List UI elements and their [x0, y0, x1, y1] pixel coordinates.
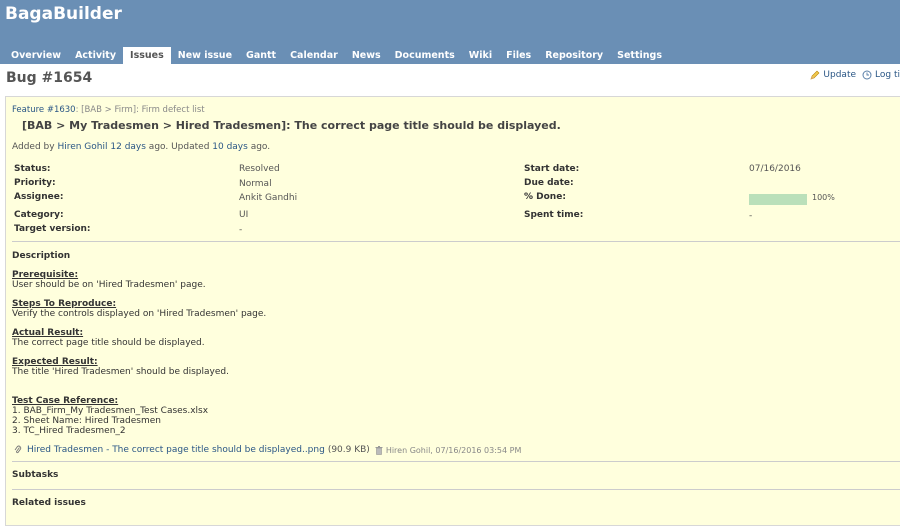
updated-ago-link[interactable]: 10 days [212, 142, 248, 152]
prerequisite-text: User should be on 'Hired Tradesmen' page… [12, 280, 206, 290]
tab-new-issue[interactable]: New issue [171, 47, 239, 64]
divider [12, 489, 900, 490]
main-menu: Overview Activity Issues New issue Gantt… [4, 47, 669, 64]
progress-fill [749, 194, 807, 205]
actual-result-section: Actual Result: The correct page title sh… [12, 328, 205, 348]
tab-documents[interactable]: Documents [388, 47, 462, 64]
priority-value: Normal [239, 179, 272, 189]
done-ratio-label: % Done: [524, 192, 566, 202]
update-label: Update [823, 70, 857, 80]
added-by-text: Added by [12, 142, 58, 152]
author-line: Added by Hiren Gohil 12 days ago. Update… [12, 142, 270, 152]
issue-subject: [BAB > My Tradesmen > Hired Tradesmen]: … [22, 119, 561, 132]
tab-overview[interactable]: Overview [4, 47, 68, 64]
related-issues-heading: Related issues [12, 498, 86, 508]
category-label: Category: [14, 210, 64, 220]
steps-title: Steps To Reproduce: [12, 299, 117, 309]
pencil-icon [810, 70, 820, 80]
description-heading: Description [12, 251, 71, 261]
progress-bar [749, 194, 807, 205]
attachment-row: Hired Tradesmen - The correct page title… [14, 445, 521, 455]
clock-icon [862, 70, 872, 80]
steps-text: Verify the controls displayed on 'Hired … [12, 309, 267, 319]
paperclip-icon [14, 445, 22, 454]
log-time-link[interactable]: Log ti [862, 70, 900, 80]
author-link[interactable]: Hiren Gohil [57, 142, 107, 152]
parent-issue: Feature #1630: [BAB > Firm]: Firm defect… [12, 105, 205, 115]
test-case-section: Test Case Reference: 1. BAB_Firm_My Trad… [12, 396, 208, 436]
tab-issues[interactable]: Issues [123, 47, 171, 64]
assignee-label: Assignee: [14, 192, 64, 202]
parent-issue-link[interactable]: Feature #1630 [12, 105, 76, 115]
subtasks-heading: Subtasks [12, 470, 59, 480]
test-case-line: 2. Sheet Name: Hired Tradesmen [12, 416, 161, 426]
actual-result-title: Actual Result: [12, 328, 84, 338]
tab-gantt[interactable]: Gantt [239, 47, 283, 64]
spent-time-label: Spent time: [524, 210, 584, 220]
status-value: Resolved [239, 164, 280, 174]
target-version-value: - [239, 225, 243, 235]
prerequisite-section: Prerequisite: User should be on 'Hired T… [12, 270, 206, 290]
divider [12, 461, 900, 462]
divider [12, 241, 900, 242]
page-title: Bug #1654 [6, 70, 93, 86]
attachment-link[interactable]: Hired Tradesmen - The correct page title… [27, 445, 325, 455]
assignee-link[interactable]: Ankit Gandhi [239, 193, 297, 203]
contextual-actions: Update Log ti [804, 70, 900, 80]
steps-section: Steps To Reproduce: Verify the controls … [12, 299, 266, 319]
spent-time-value: - [749, 211, 753, 221]
issue-panel: Feature #1630: [BAB > Firm]: Firm defect… [5, 96, 900, 526]
trash-icon[interactable] [375, 445, 383, 455]
target-version-label: Target version: [14, 224, 91, 234]
header: BagaBuilder Overview Activity Issues New… [0, 0, 900, 64]
attachment-meta: Hiren Gohil, 07/16/2016 03:54 PM [385, 445, 522, 455]
start-date-value: 07/16/2016 [749, 164, 801, 174]
tab-wiki[interactable]: Wiki [462, 47, 499, 64]
expected-result-section: Expected Result: The title 'Hired Trades… [12, 357, 229, 377]
test-case-line: 3. TC_Hired Tradesmen_2 [12, 426, 126, 436]
ago-end-text: ago. [247, 142, 271, 152]
created-ago-link[interactable]: 12 days [110, 142, 146, 152]
due-date-label: Due date: [524, 178, 574, 188]
tab-settings[interactable]: Settings [610, 47, 669, 64]
tab-calendar[interactable]: Calendar [283, 47, 345, 64]
tab-files[interactable]: Files [499, 47, 538, 64]
app-title[interactable]: BagaBuilder [5, 4, 122, 24]
test-case-line: 1. BAB_Firm_My Tradesmen_Test Cases.xlsx [12, 406, 209, 416]
tab-news[interactable]: News [345, 47, 388, 64]
progress-percent: 100% [812, 193, 835, 202]
priority-label: Priority: [14, 178, 56, 188]
expected-result-title: Expected Result: [12, 357, 98, 367]
tab-repository[interactable]: Repository [538, 47, 610, 64]
parent-issue-subject: : [BAB > Firm]: Firm defect list [75, 105, 205, 115]
attachment-size: (90.9 KB) [327, 445, 370, 455]
start-date-label: Start date: [524, 164, 580, 174]
prerequisite-title: Prerequisite: [12, 270, 79, 280]
test-case-title: Test Case Reference: [12, 396, 119, 406]
tab-activity[interactable]: Activity [68, 47, 123, 64]
log-time-label: Log ti [875, 70, 900, 80]
status-label: Status: [14, 164, 51, 174]
actual-result-text: The correct page title should be display… [12, 338, 205, 348]
updated-text: ago. Updated [145, 142, 213, 152]
category-value: UI [239, 210, 249, 220]
expected-result-text: The title 'Hired Tradesmen' should be di… [12, 367, 229, 377]
update-link[interactable]: Update [810, 70, 856, 80]
